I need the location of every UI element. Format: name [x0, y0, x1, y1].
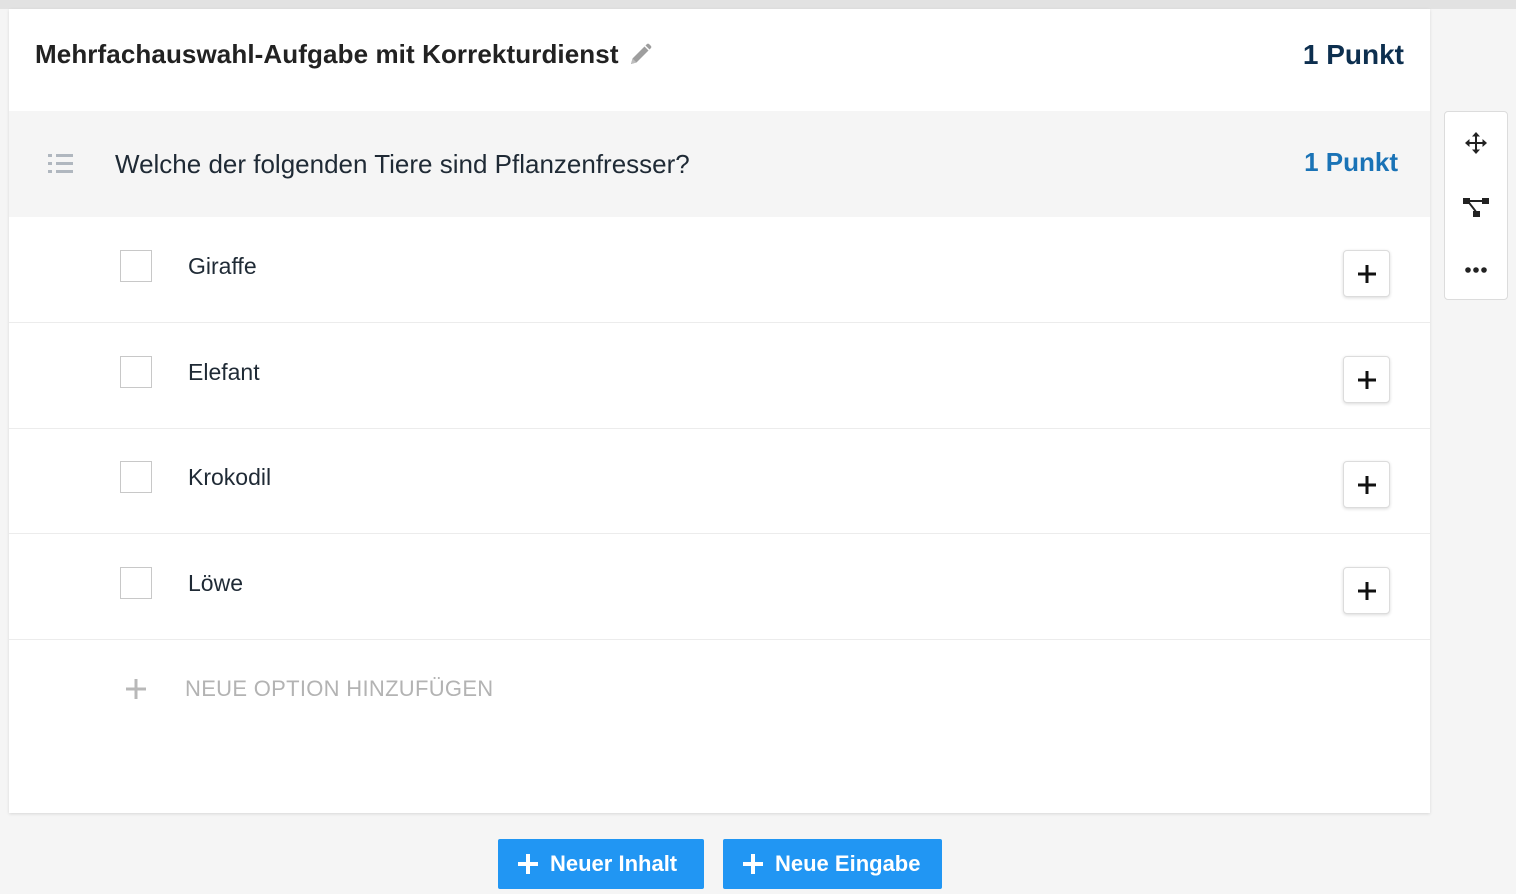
option-label[interactable]: Elefant — [188, 359, 260, 386]
plus-icon — [518, 854, 538, 874]
top-bar — [0, 0, 1516, 9]
list-icon[interactable] — [47, 151, 75, 177]
task-header: Mehrfachauswahl-Aufgabe mit Korrekturdie… — [9, 9, 1430, 111]
plus-icon — [1357, 475, 1376, 494]
question-row: Welche der folgenden Tiere sind Pflanzen… — [9, 111, 1430, 217]
option-add-button[interactable] — [1343, 461, 1390, 508]
plus-icon — [1357, 370, 1376, 389]
option-add-button[interactable] — [1343, 567, 1390, 614]
question-text[interactable]: Welche der folgenden Tiere sind Pflanzen… — [115, 149, 690, 180]
move-icon[interactable] — [1445, 123, 1507, 163]
option-row: Krokodil — [9, 428, 1430, 534]
option-add-button[interactable] — [1343, 356, 1390, 403]
option-checkbox[interactable] — [120, 461, 152, 493]
option-label[interactable]: Giraffe — [188, 253, 257, 280]
option-label[interactable]: Krokodil — [188, 464, 271, 491]
task-points: 1 Punkt — [1302, 39, 1404, 70]
add-option-row[interactable]: NEUE OPTION HINZUFÜGEN — [9, 640, 1430, 710]
more-icon[interactable] — [1445, 250, 1507, 290]
new-input-label: Neue Eingabe — [775, 851, 921, 876]
option-checkbox[interactable] — [120, 250, 152, 282]
plus-icon — [743, 854, 763, 874]
side-toolbar — [1444, 111, 1508, 300]
task-title: Mehrfachauswahl-Aufgabe mit Korrekturdie… — [35, 39, 653, 70]
question-points: 1 Punkt — [1304, 147, 1398, 177]
new-input-button[interactable]: Neue Eingabe — [723, 839, 942, 889]
plus-icon — [125, 678, 147, 700]
new-content-label: Neuer Inhalt — [550, 851, 678, 876]
option-row: Elefant — [9, 323, 1430, 429]
option-add-button[interactable] — [1343, 250, 1390, 297]
task-title-text: Mehrfachauswahl-Aufgabe mit Korrekturdie… — [35, 39, 619, 69]
task-card: Mehrfachauswahl-Aufgabe mit Korrekturdie… — [9, 9, 1430, 813]
new-content-button[interactable]: Neuer Inhalt — [498, 839, 704, 889]
plus-icon — [1357, 581, 1376, 600]
option-row: Giraffe — [9, 217, 1430, 323]
add-option-label[interactable]: NEUE OPTION HINZUFÜGEN — [185, 676, 494, 702]
option-checkbox[interactable] — [120, 567, 152, 599]
option-label[interactable]: Löwe — [188, 570, 243, 597]
hierarchy-icon[interactable] — [1445, 187, 1507, 227]
pencil-icon[interactable] — [627, 42, 653, 68]
option-row: Löwe — [9, 534, 1430, 640]
option-checkbox[interactable] — [120, 356, 152, 388]
plus-icon — [1357, 264, 1376, 283]
